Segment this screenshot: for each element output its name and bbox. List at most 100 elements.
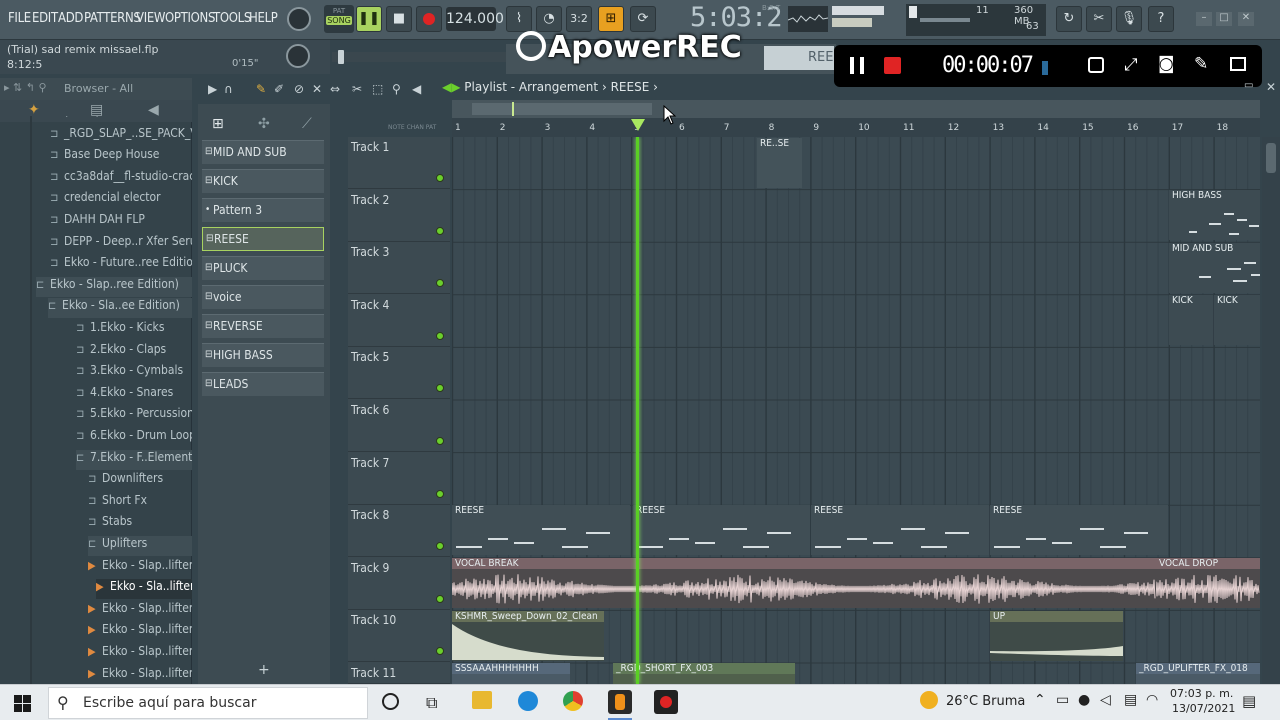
browser-file-item[interactable]: ▶ Ekko - Slap..lifter 01	[88, 558, 192, 578]
clock-date[interactable]: 13/07/2021	[1172, 702, 1235, 715]
track-mute-led-icon[interactable]	[436, 174, 444, 182]
clip-reese-2[interactable]: REESE	[633, 505, 810, 555]
track-header[interactable]: Track 11	[348, 663, 450, 684]
menu-view[interactable]: VIEW	[136, 11, 166, 26]
track-mute-led-icon[interactable]	[436, 647, 444, 656]
playlist-play-icon[interactable]: ◀▶	[442, 80, 460, 94]
playhead-marker-icon[interactable]	[631, 119, 645, 131]
clip-uplifter-fx[interactable]: _RGD_UPLIFTER_FX_018	[1136, 663, 1260, 684]
menu-patterns[interactable]: PATTERNS	[84, 11, 141, 26]
track-header[interactable]: Track 3	[348, 242, 450, 295]
playlist-close-icon[interactable]: ✕	[1266, 80, 1276, 94]
browser-folder-item[interactable]: ⊐ DEPP - Deep..r Xfer Serum	[50, 234, 192, 254]
file-explorer-icon[interactable]	[472, 691, 492, 709]
clip-sweep-down[interactable]: KSHMR_Sweep_Down_02_Clean	[452, 611, 604, 661]
browser-folder-item[interactable]: ⊐ 6.Ekko - Drum Loops	[76, 428, 192, 448]
close-icon[interactable]: ✕	[1238, 12, 1254, 26]
browser-folder-item[interactable]: ⊐ Downlifters	[88, 471, 192, 491]
track-header[interactable]: Track 10	[348, 610, 450, 663]
delete-tool-icon[interactable]: ⊘	[294, 82, 304, 96]
task-view-icon[interactable]: ⧉	[426, 693, 437, 713]
browser-folder-item[interactable]: ⊐ Ekko - Future..ree Edition)	[50, 255, 192, 275]
stop-button[interactable]: ■	[386, 6, 412, 32]
browser-folder-item[interactable]: ⊐ Stabs	[88, 514, 192, 534]
recorder-screenshot-icon[interactable]: ◙	[1158, 54, 1175, 74]
clip-short-fx[interactable]: _RGD_SHORT_FX_003	[613, 663, 795, 684]
notifications-icon[interactable]: ▤	[1242, 692, 1256, 710]
apowerrec-icon[interactable]	[654, 690, 678, 714]
mic-icon[interactable]: 🎙	[1116, 6, 1142, 32]
menu-edit[interactable]: EDIT	[32, 11, 58, 26]
browser-folder-item[interactable]: ⊏ 7.Ekko - F..Elements	[76, 449, 192, 470]
tools-icon[interactable]: ✂	[1086, 6, 1112, 32]
record-button[interactable]	[416, 6, 442, 32]
mute-tool-icon[interactable]: ✕	[312, 82, 322, 96]
clip-reese-1[interactable]: REESE	[452, 505, 630, 555]
slip-tool-icon[interactable]: ⇔	[330, 82, 340, 96]
track-mute-led-icon[interactable]	[436, 279, 444, 288]
clip-reese-4[interactable]: REESE	[990, 505, 1168, 555]
browser-folder-item[interactable]: ⊏ Uplifters	[88, 536, 192, 556]
recorder-camera-icon[interactable]	[1088, 57, 1104, 73]
current-pattern-field[interactable]: REESE	[764, 46, 850, 70]
loop-record-icon[interactable]: ⟳	[630, 6, 656, 32]
pattern-item[interactable]: ⊟ KICK	[202, 169, 324, 193]
browser-folder-item[interactable]: ⊐ DAHH DAH FLP	[50, 212, 192, 232]
help-icon[interactable]: ?	[1148, 6, 1174, 32]
track-mute-led-icon[interactable]	[436, 331, 444, 340]
browser-folder-item[interactable]: ⊐ _RGD_SLAP_..SE_PACK_V1	[50, 126, 192, 146]
automation-icon[interactable]: ⟋	[302, 116, 312, 132]
recorder-stop-icon[interactable]	[884, 57, 901, 74]
maximize-icon[interactable]: □	[1216, 12, 1232, 26]
browser-folder-item[interactable]: ⊏ Ekko - Sla..ee Edition)	[48, 298, 192, 319]
step-edit-icon[interactable]: ⊞	[598, 6, 624, 32]
recorder-pause-icon[interactable]	[850, 57, 864, 74]
select-tool-icon[interactable]: ⬚	[372, 82, 383, 96]
clip-high-bass[interactable]: HIGH BASS	[1169, 190, 1260, 240]
chrome-icon[interactable]	[563, 691, 583, 711]
countdown-icon[interactable]: 3:2	[566, 6, 592, 32]
clip-reese-track1[interactable]: RE..SE	[757, 138, 802, 188]
pattern-item[interactable]: ⊟ REVERSE	[202, 314, 324, 338]
pause-button[interactable]: ❚❚	[356, 6, 382, 32]
browser-nav-icons[interactable]: ▸ ⇅ ↰ ⚲	[4, 81, 47, 94]
song-overview[interactable]	[452, 100, 1260, 118]
zoom-tool-icon[interactable]: ⚲	[392, 82, 401, 96]
tempo-display[interactable]: 124.000	[446, 7, 504, 31]
pattern-item[interactable]: ⊟ MID AND SUB	[202, 140, 324, 164]
browser-folder-item[interactable]: ⊐ 4.Ekko - Snares	[76, 385, 192, 405]
windows-start-icon[interactable]	[14, 695, 31, 712]
master-pitch-knob[interactable]	[286, 44, 310, 68]
browser-folder-item[interactable]: ⊐(FREE) SLAP HOUSE	[50, 116, 192, 124]
browser-file-item[interactable]: ▶ Ekko - Slap..lifter 05	[88, 644, 192, 664]
browser-folder-item[interactable]: ⊐ credencial elector	[50, 190, 192, 210]
track-mute-led-icon[interactable]	[436, 594, 444, 603]
browser-file-item[interactable]: ▶ Ekko - Sla..lifter 02	[96, 579, 192, 600]
track-header[interactable]: Track 2	[348, 190, 450, 242]
browser-folder-item[interactable]: ⊐ 1.Ekko - Kicks	[76, 320, 192, 340]
master-volume-knob[interactable]	[287, 7, 311, 31]
clip-vocal-drop[interactable]: VOCAL DROP	[1156, 558, 1260, 608]
clip-sssaaah[interactable]: SSSAAAHHHHHHH	[452, 663, 570, 684]
clip-reese-3[interactable]: REESE	[811, 505, 989, 555]
browser-file-item[interactable]: ▶ Ekko - Slap..lifter 03	[88, 601, 192, 621]
track-header[interactable]: Track 5	[348, 347, 450, 400]
browser-folder-item[interactable]: ⊏ Ekko - Slap..ree Edition)	[36, 276, 192, 297]
slice-tool-icon[interactable]: ✂	[352, 82, 362, 96]
minimize-icon[interactable]: –	[1196, 12, 1212, 26]
arrangement-grid[interactable]: RE..SE HIGH BASS MID AND SUB KICK KICK R…	[452, 137, 1260, 684]
cortana-icon[interactable]	[382, 693, 399, 710]
track-header[interactable]: Track 7	[348, 453, 450, 505]
refresh-icon[interactable]: ↻	[1056, 6, 1082, 32]
clock-time[interactable]: 07:03 p. m.	[1170, 687, 1233, 700]
audio-clip-icon[interactable]: ✣	[258, 116, 270, 132]
pattern-item[interactable]: ⊟ LEADS	[202, 372, 324, 396]
menu-add[interactable]: ADD	[58, 11, 83, 26]
track-header[interactable]: Track 1	[348, 137, 450, 189]
browser-folder-item[interactable]: ⊐ 5.Ekko - Percussions	[76, 406, 192, 426]
track-header[interactable]: Track 6	[348, 400, 450, 452]
browser-file-item[interactable]: ▶ Ekko - Slap..lifter 06	[88, 666, 192, 684]
taskbar-search-box[interactable]: ⚲ Escribe aquí para buscar	[48, 687, 368, 719]
edge-icon[interactable]	[518, 691, 538, 711]
menu-options[interactable]: OPTIONS	[165, 11, 215, 26]
